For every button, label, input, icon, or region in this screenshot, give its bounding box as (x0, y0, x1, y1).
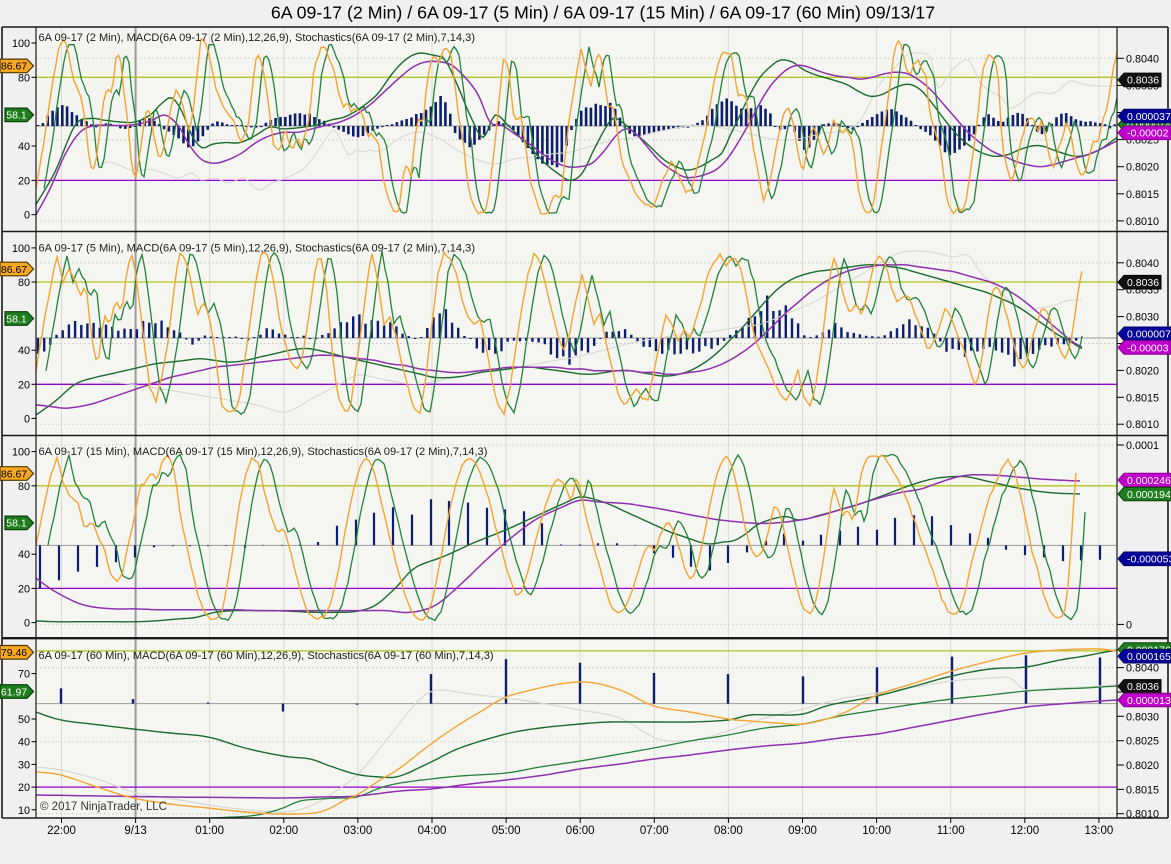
svg-text:0.8040: 0.8040 (1126, 663, 1159, 675)
svg-text:0.000246: 0.000246 (1127, 475, 1171, 487)
svg-text:0.8015: 0.8015 (1126, 784, 1159, 796)
svg-text:6A 09-17 (60 Min), MACD(6A 09-: 6A 09-17 (60 Min), MACD(6A 09-17 (60 Min… (39, 650, 494, 662)
svg-text:10:00: 10:00 (862, 825, 891, 837)
svg-text:08:00: 08:00 (714, 825, 743, 837)
svg-text:09:00: 09:00 (788, 825, 817, 837)
svg-text:22:00: 22:00 (47, 825, 76, 837)
svg-text:58.1: 58.1 (6, 110, 27, 122)
svg-text:04:00: 04:00 (418, 825, 447, 837)
svg-text:0: 0 (24, 413, 30, 425)
svg-text:-0.00002: -0.00002 (1127, 128, 1169, 140)
svg-text:-0.000053: -0.000053 (1127, 554, 1171, 566)
svg-text:10: 10 (18, 805, 30, 817)
svg-text:20: 20 (18, 782, 30, 794)
svg-text:0: 0 (1126, 619, 1132, 631)
svg-text:0.000007: 0.000007 (1127, 329, 1171, 341)
svg-text:05:00: 05:00 (492, 825, 521, 837)
svg-text:03:00: 03:00 (344, 825, 373, 837)
svg-text:0.000037: 0.000037 (1127, 111, 1171, 123)
svg-text:0.8015: 0.8015 (1126, 392, 1159, 404)
svg-text:80: 80 (18, 481, 30, 493)
svg-text:0.8010: 0.8010 (1126, 216, 1159, 228)
svg-text:30: 30 (18, 759, 30, 771)
svg-text:0.8030: 0.8030 (1126, 711, 1159, 723)
svg-text:40: 40 (18, 141, 30, 153)
svg-text:20: 20 (18, 583, 30, 595)
svg-text:11:00: 11:00 (937, 825, 965, 837)
svg-text:6A 09-17 (2 Min) / 6A 09-17 (5: 6A 09-17 (2 Min) / 6A 09-17 (5 Min) / 6A… (271, 3, 935, 23)
svg-text:0.8020: 0.8020 (1126, 760, 1159, 772)
svg-text:-0.00003: -0.00003 (1127, 342, 1169, 354)
svg-text:0.8036: 0.8036 (1127, 75, 1159, 87)
svg-text:0.8040: 0.8040 (1126, 258, 1159, 270)
svg-text:9/13: 9/13 (124, 825, 146, 837)
svg-text:80: 80 (18, 277, 30, 289)
svg-text:02:00: 02:00 (269, 825, 298, 837)
svg-text:© 2017 NinjaTrader, LLC: © 2017 NinjaTrader, LLC (40, 801, 167, 813)
svg-text:86.67: 86.67 (1, 61, 27, 73)
svg-text:0.8036: 0.8036 (1127, 277, 1159, 289)
svg-text:20: 20 (18, 379, 30, 391)
svg-text:58.1: 58.1 (6, 518, 27, 530)
svg-text:0.8036: 0.8036 (1127, 681, 1159, 693)
svg-text:12:00: 12:00 (1010, 825, 1039, 837)
svg-text:100: 100 (12, 447, 30, 459)
svg-text:58.1: 58.1 (6, 313, 27, 325)
svg-text:0.8010: 0.8010 (1126, 419, 1159, 431)
svg-text:0.8040: 0.8040 (1126, 53, 1159, 65)
svg-text:0.0001: 0.0001 (1126, 440, 1159, 452)
svg-text:0.8025: 0.8025 (1126, 736, 1159, 748)
svg-text:50: 50 (18, 714, 30, 726)
svg-text:07:00: 07:00 (640, 825, 669, 837)
svg-text:79.46: 79.46 (1, 647, 27, 659)
svg-text:40: 40 (18, 345, 30, 357)
svg-text:6A 09-17 (5 Min), MACD(6A 09-1: 6A 09-17 (5 Min), MACD(6A 09-17 (5 Min),… (39, 243, 476, 255)
svg-text:86.67: 86.67 (1, 468, 27, 480)
svg-text:01:00: 01:00 (195, 825, 224, 837)
svg-text:0.8010: 0.8010 (1126, 809, 1159, 821)
svg-text:0.000013: 0.000013 (1127, 695, 1171, 707)
svg-text:0.8030: 0.8030 (1126, 312, 1159, 324)
svg-text:13:00: 13:00 (1085, 825, 1114, 837)
svg-text:80: 80 (18, 72, 30, 84)
svg-text:20: 20 (18, 175, 30, 187)
svg-text:0.8015: 0.8015 (1126, 189, 1159, 201)
svg-text:0: 0 (24, 210, 30, 222)
svg-text:86.67: 86.67 (1, 264, 27, 276)
svg-text:6A 09-17 (15 Min), MACD(6A 09-: 6A 09-17 (15 Min), MACD(6A 09-17 (15 Min… (39, 446, 488, 458)
svg-text:0: 0 (24, 618, 30, 630)
svg-text:06:00: 06:00 (566, 825, 595, 837)
svg-text:61.97: 61.97 (1, 686, 27, 698)
svg-text:40: 40 (18, 737, 30, 749)
svg-text:0.8020: 0.8020 (1126, 162, 1159, 174)
svg-text:40: 40 (18, 549, 30, 561)
svg-text:100: 100 (12, 38, 30, 50)
svg-text:0.8020: 0.8020 (1126, 365, 1159, 377)
svg-text:0.000165: 0.000165 (1127, 651, 1171, 663)
svg-text:0.000194: 0.000194 (1127, 489, 1171, 501)
svg-text:6A 09-17 (2 Min), MACD(6A 09-1: 6A 09-17 (2 Min), MACD(6A 09-17 (2 Min),… (39, 32, 476, 44)
svg-text:70: 70 (18, 669, 30, 681)
svg-text:100: 100 (12, 243, 30, 255)
